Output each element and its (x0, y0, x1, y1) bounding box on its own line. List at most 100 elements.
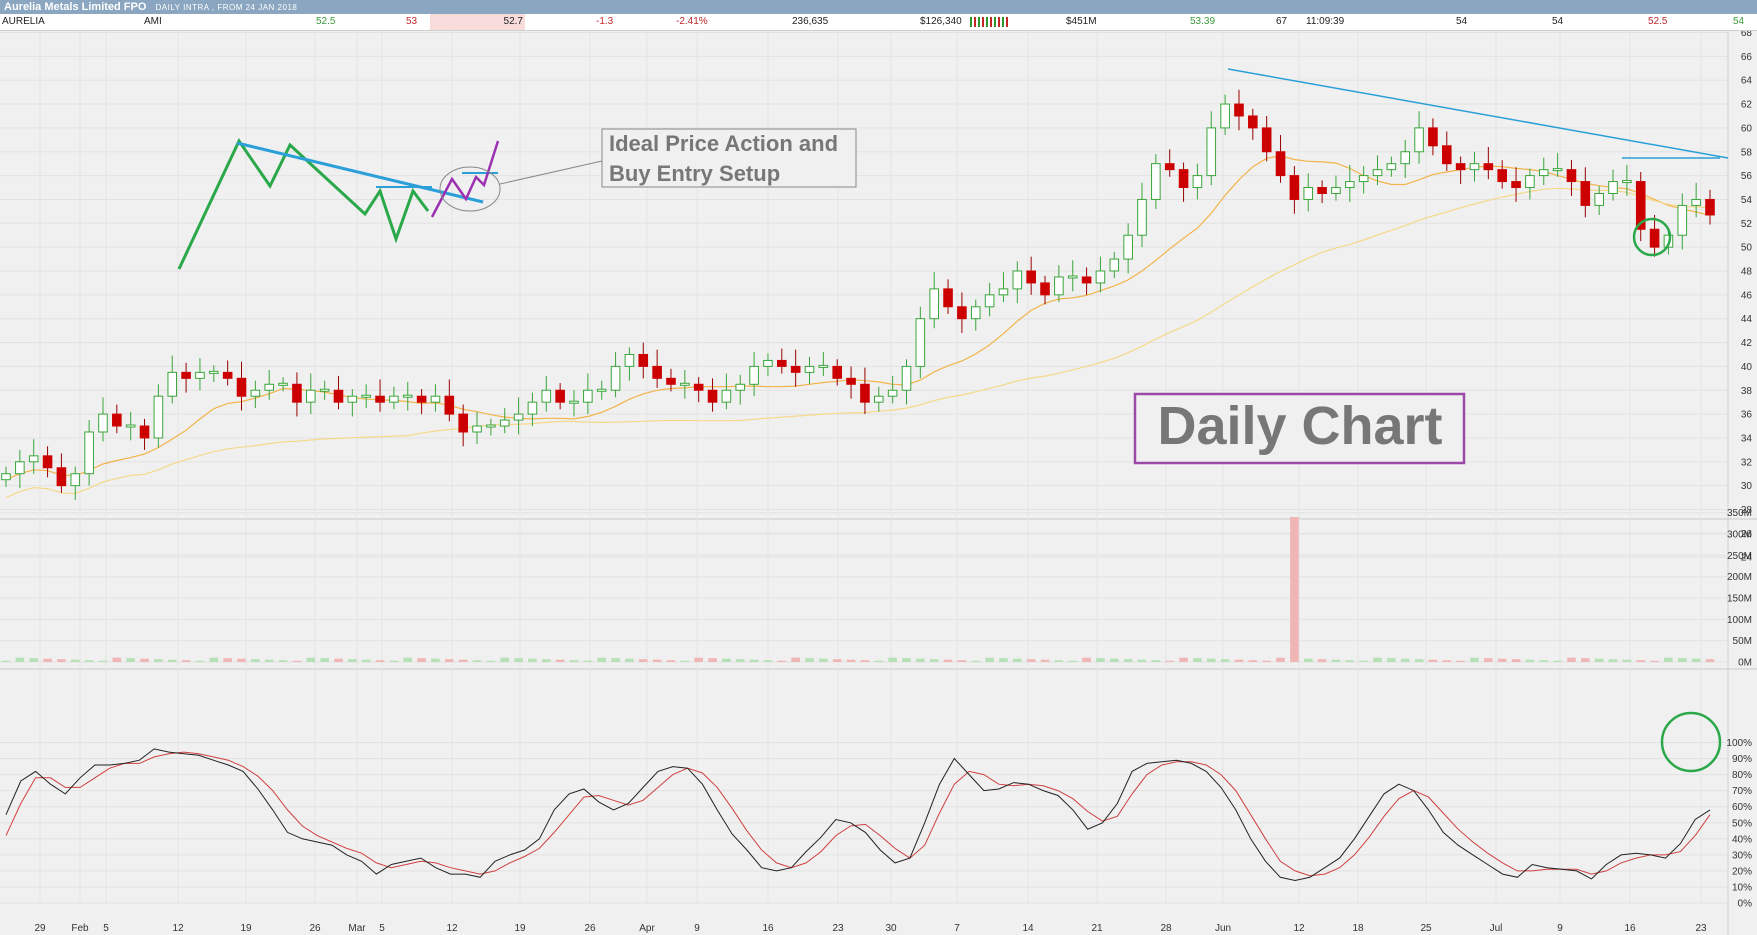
candle-body (209, 370, 219, 374)
time-tick-label: Mar (348, 923, 366, 934)
volume-bar (777, 660, 787, 662)
quote-close: 54 (1733, 16, 1745, 27)
stochastic-tick-label: 10% (1732, 882, 1752, 893)
candle-body (319, 388, 330, 392)
volume-bar (431, 658, 440, 662)
time-tick-label: 21 (1091, 923, 1103, 934)
candle-body (416, 395, 427, 403)
volume-bar (1525, 659, 1535, 662)
quote-low: 54 (1552, 16, 1564, 27)
candle-body (264, 383, 275, 391)
candle-body (1, 473, 11, 481)
time-tick-label: 25 (1420, 923, 1432, 934)
price-tick-label: 36 (1741, 410, 1753, 421)
candle-body (970, 306, 981, 320)
candle-body (1608, 181, 1618, 194)
volume-bar (1373, 657, 1382, 662)
volume-bar (126, 658, 135, 662)
price-chart[interactable]: 29 Feb 5 12 19 26 Mar 5 12 19 26 Apr 9 16 23 30 7 14 21 28 J… (0, 31, 1757, 935)
candle-body (957, 306, 967, 320)
candle-body (943, 288, 953, 308)
volume-bar (154, 659, 163, 662)
volume-bar (1705, 659, 1715, 662)
volume-bar (1594, 658, 1604, 662)
time-tick-label: Jun (1215, 923, 1231, 934)
volume-bar (735, 659, 745, 662)
stochastic-tick-label: 60% (1732, 802, 1752, 813)
volume-bar (15, 657, 25, 662)
volume-bar (1193, 658, 1202, 662)
quote-high: 54 (1456, 16, 1468, 27)
volume-bar (1054, 660, 1064, 662)
volume-bar (278, 660, 288, 662)
candle-body (1538, 169, 1549, 177)
candle-body (42, 455, 53, 469)
volume-bar (334, 658, 343, 662)
price-tick-label: 44 (1741, 314, 1753, 325)
quote-trades: 67 (1276, 16, 1288, 27)
volume-bar (70, 659, 80, 662)
time-tick-label: 19 (514, 923, 526, 934)
candle-body (1261, 127, 1272, 153)
candle-body (680, 382, 690, 386)
setup-callout-line1: Ideal Price Action and (609, 131, 838, 156)
time-tick-label: 16 (1624, 923, 1636, 934)
volume-bar (1345, 660, 1355, 662)
quote-market-cap: $451M (1066, 16, 1097, 27)
volume-bar (389, 660, 399, 662)
time-tick-label: 16 (762, 923, 774, 934)
price-tick-label: 40 (1741, 362, 1753, 373)
volume-bar (625, 658, 634, 662)
candle-body (569, 400, 579, 404)
volume-bar (1179, 657, 1188, 662)
volume-bar (1248, 660, 1258, 662)
candle-body (250, 389, 261, 397)
volume-tick-label: 50M (1733, 636, 1752, 647)
volume-bar (195, 660, 205, 662)
stochastic-tick-label: 20% (1732, 866, 1752, 877)
volume-bar (1123, 659, 1133, 662)
volume-bar (694, 657, 703, 662)
candle-body (1525, 175, 1535, 189)
candle-body (305, 389, 316, 403)
candle-body (112, 413, 122, 427)
window-title-bar: Aurelia Metals Limited FPO DAILY INTRA ,… (0, 0, 1757, 14)
volume-bar (306, 657, 316, 662)
candle-body (472, 425, 482, 433)
volume-bar (98, 660, 108, 662)
quote-bar: AURELIA AMI 52.5 53 52.7 -1.3 -2.41% 236… (0, 14, 1757, 31)
candle-body (818, 364, 829, 368)
candle-body (652, 365, 662, 379)
volume-bar (805, 658, 814, 662)
stochastic-tick-label: 100% (1726, 738, 1752, 749)
stochastic-tick-label: 40% (1732, 834, 1752, 845)
time-tick-label: 12 (446, 923, 458, 934)
candle-body (513, 413, 524, 421)
candle-body (125, 424, 136, 428)
volume-bar (1137, 659, 1147, 662)
candle-body (1275, 151, 1286, 177)
candle-body (666, 377, 676, 385)
volume-bar (611, 658, 620, 662)
price-tick-label: 46 (1741, 290, 1753, 301)
time-tick-label: 18 (1352, 923, 1364, 934)
candle-body (1234, 103, 1244, 117)
volume-bar (500, 657, 510, 662)
candle-body (1289, 175, 1300, 200)
volume-bar (1428, 659, 1438, 662)
volume-bar (555, 659, 565, 662)
candle-body (84, 431, 94, 475)
candle-body (1220, 103, 1230, 129)
candle-body (860, 383, 870, 403)
volume-bar (819, 658, 828, 662)
quote-bid: 52.5 (316, 16, 336, 27)
price-tick-label: 42 (1741, 338, 1753, 349)
candle-body (1511, 181, 1521, 189)
candle-body (389, 395, 399, 403)
volume-bar (1608, 659, 1618, 662)
time-tick-label: 9 (1557, 923, 1563, 934)
candle-body (153, 395, 164, 439)
price-tick-label: 60 (1741, 123, 1753, 134)
volume-bar (1276, 657, 1285, 662)
volume-bar (348, 659, 357, 662)
